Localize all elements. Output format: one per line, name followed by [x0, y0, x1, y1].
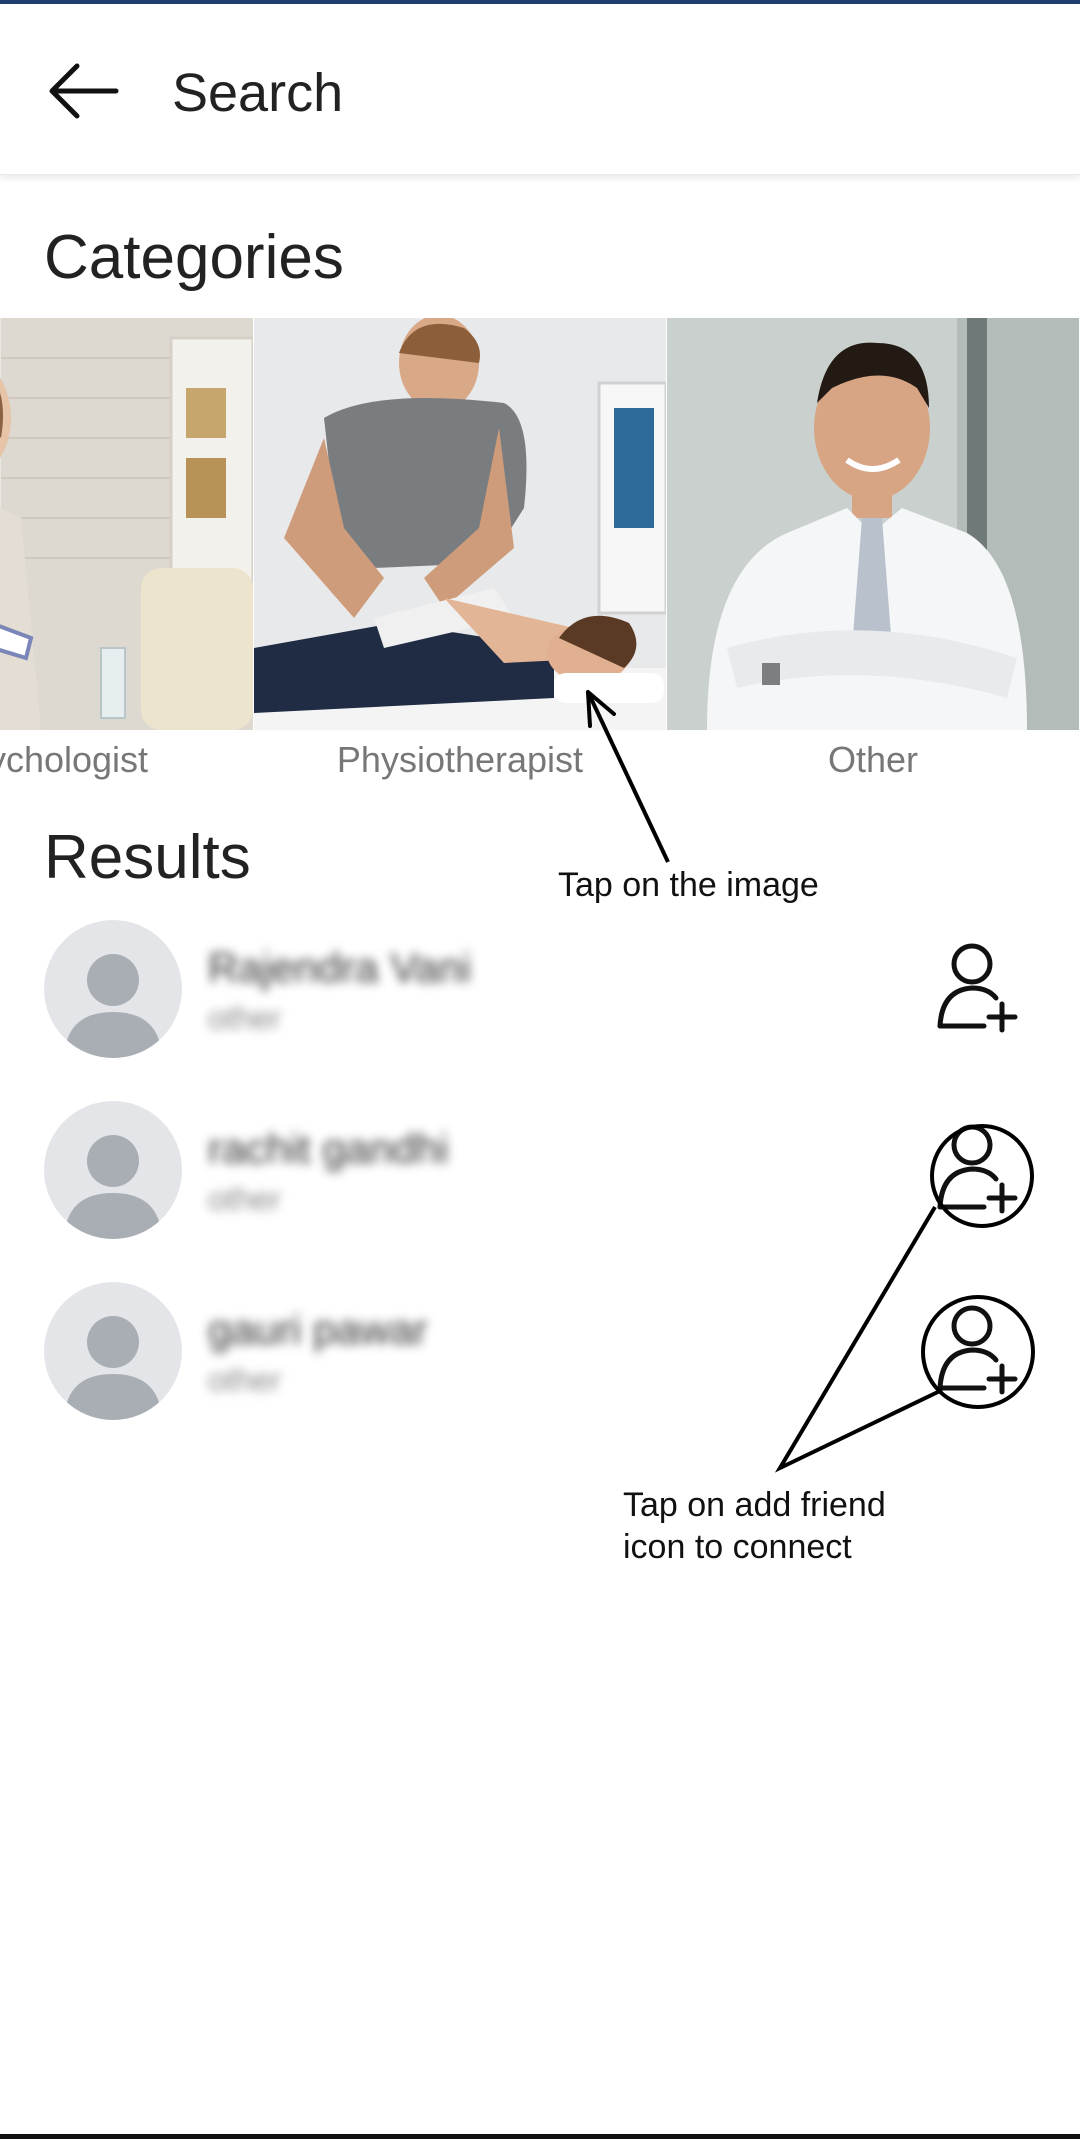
avatar	[44, 1282, 182, 1420]
arrow-left-icon	[49, 63, 119, 119]
list-item[interactable]: Rajendra Vani other	[0, 920, 1080, 1060]
categories-heading: Categories	[44, 223, 344, 292]
category-carousel[interactable]: Psychologist Physiotherapis	[0, 318, 1080, 788]
add-friend-icon	[937, 1124, 1018, 1214]
physiotherapist-image[interactable]	[254, 318, 666, 730]
add-friend-button[interactable]	[928, 1300, 1024, 1396]
avatar	[44, 920, 182, 1058]
results-heading: Results	[44, 823, 251, 892]
category-physiotherapist[interactable]: Physiotherapist	[254, 318, 666, 788]
result-name: gauri pawar	[208, 1306, 428, 1353]
category-label: Physiotherapist	[336, 739, 584, 780]
category-label: Psychologist	[0, 739, 149, 780]
annotation-tap-add-line1: Tap on add friend	[623, 1486, 886, 1524]
category-label: Other	[827, 739, 919, 780]
result-name: Rajendra Vani	[208, 944, 472, 991]
add-friend-button[interactable]	[928, 1119, 1024, 1215]
back-button[interactable]	[48, 62, 122, 120]
add-friend-button[interactable]	[928, 938, 1024, 1034]
add-friend-icon	[937, 1305, 1018, 1395]
bottom-edge-bar	[0, 2134, 1080, 2139]
category-psychologist[interactable]: Psychologist	[0, 318, 253, 788]
app-header: Search	[0, 4, 1080, 175]
other-image[interactable]	[667, 318, 1079, 730]
person-placeholder-icon	[64, 954, 162, 1058]
list-item[interactable]: gauri pawar other	[0, 1282, 1080, 1422]
person-placeholder-icon	[64, 1316, 162, 1420]
result-category: other	[208, 1000, 281, 1036]
category-other[interactable]: Other	[667, 318, 1079, 788]
annotation-tap-image: Tap on the image	[558, 866, 819, 904]
annotation-tap-add-line2: icon to connect	[623, 1528, 852, 1566]
result-category: other	[208, 1362, 281, 1398]
result-name: rachit gandhi	[208, 1125, 449, 1172]
avatar	[44, 1101, 182, 1239]
result-category: other	[208, 1181, 281, 1217]
list-item[interactable]: rachit gandhi other	[0, 1101, 1080, 1241]
add-friend-icon	[937, 943, 1018, 1033]
search-title[interactable]: Search	[172, 62, 343, 124]
person-placeholder-icon	[64, 1135, 162, 1239]
psychologist-image[interactable]	[0, 318, 253, 730]
